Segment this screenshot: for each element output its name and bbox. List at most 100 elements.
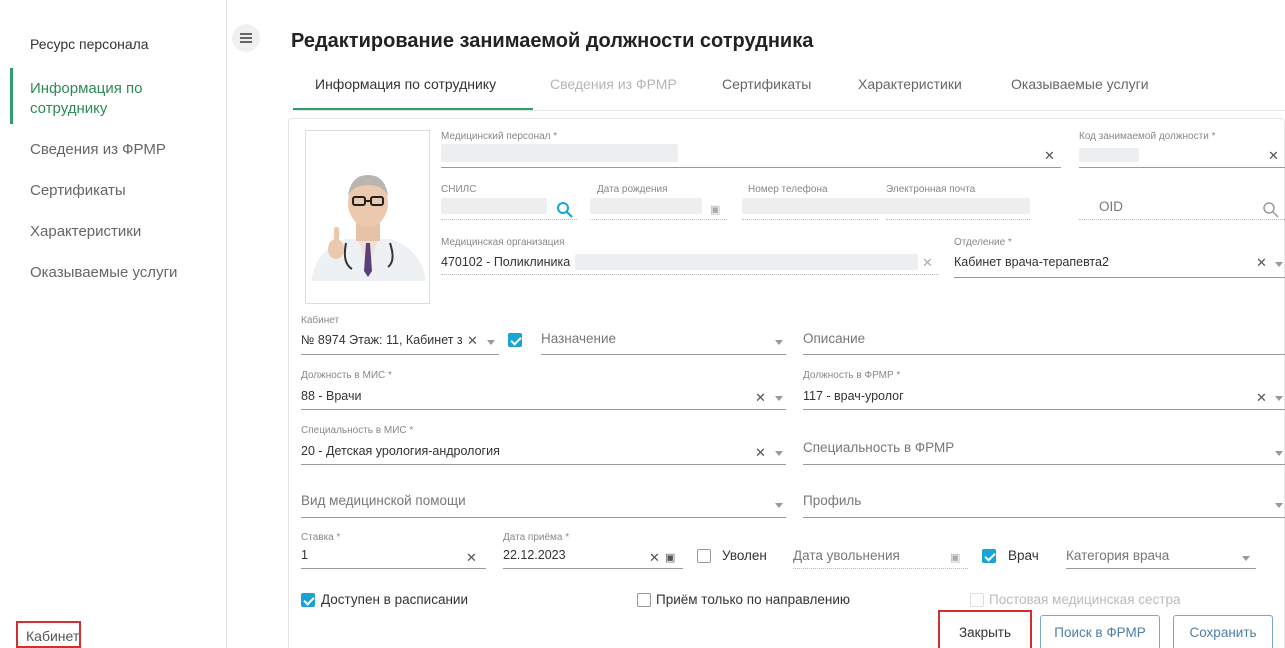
search-icon[interactable]	[1262, 201, 1280, 219]
med-personal-input[interactable]	[441, 167, 1061, 168]
dismissed-checkbox[interactable]	[697, 549, 711, 563]
profile-select[interactable]	[803, 517, 1285, 518]
rate-value: 1	[301, 548, 308, 562]
tab-frmr[interactable]: Сведения из ФРМР	[550, 76, 677, 92]
clear-icon[interactable]: ✕	[1256, 391, 1267, 405]
mis-specialty-select[interactable]	[301, 464, 786, 465]
page-title: Редактирование занимаемой должности сотр…	[291, 30, 814, 52]
hire-date-value: 22.12.2023	[503, 548, 566, 562]
med-personal-label: Медицинский персонал *	[441, 131, 558, 142]
snils-value-redacted	[441, 198, 547, 214]
rate-input[interactable]	[301, 568, 486, 569]
clear-icon[interactable]: ✕	[755, 391, 766, 405]
position-code-input[interactable]	[1079, 167, 1285, 168]
calendar-icon[interactable]: ▣	[665, 551, 675, 565]
chevron-down-icon[interactable]	[1275, 451, 1283, 456]
purpose-select[interactable]	[541, 354, 786, 355]
chevron-down-icon[interactable]	[775, 503, 783, 508]
clear-icon[interactable]: ✕	[649, 551, 660, 565]
rate-label: Ставка *	[301, 532, 341, 543]
snils-input[interactable]	[441, 219, 577, 220]
clear-icon[interactable]: ✕	[1256, 256, 1267, 270]
doctor-category-placeholder: Категория врача	[1066, 548, 1170, 563]
clear-icon[interactable]: ✕	[466, 551, 477, 565]
sidebar-title: Ресурс персонала	[30, 36, 149, 52]
hire-date-input[interactable]	[503, 568, 683, 569]
chevron-down-icon[interactable]	[775, 396, 783, 401]
doctor-avatar-image	[306, 131, 429, 303]
tab-services[interactable]: Оказываемые услуги	[1011, 76, 1149, 92]
employee-photo[interactable]	[305, 130, 430, 304]
mis-position-select[interactable]	[301, 409, 786, 410]
chevron-down-icon[interactable]	[1242, 556, 1250, 561]
menu-toggle-button[interactable]	[232, 24, 260, 52]
sidebar-item-cabinet[interactable]: Кабинет	[16, 621, 81, 648]
chevron-down-icon[interactable]	[775, 451, 783, 456]
position-code-label: Код занимаемой должности *	[1079, 131, 1216, 142]
tab-employee-info[interactable]: Информация по сотруднику	[315, 76, 496, 92]
tab-characteristics[interactable]: Характеристики	[858, 76, 962, 92]
chevron-down-icon[interactable]	[1275, 396, 1283, 401]
care-type-select[interactable]	[301, 517, 786, 518]
sidebar-item-certificates[interactable]: Сертификаты	[30, 181, 126, 201]
post-nurse-checkbox[interactable]	[970, 593, 984, 607]
frmr-specialty-placeholder: Специальность в ФРМР	[803, 440, 955, 455]
clear-icon[interactable]: ✕	[467, 334, 478, 348]
birth-date-value-redacted	[590, 198, 702, 214]
sidebar-item-employee-info-cont[interactable]: сотруднику	[30, 99, 107, 119]
calendar-icon[interactable]: ▣	[950, 551, 960, 565]
chevron-down-icon[interactable]	[775, 340, 783, 345]
sidebar-item-services[interactable]: Оказываемые услуги	[30, 263, 177, 283]
save-button[interactable]: Сохранить	[1173, 615, 1273, 648]
frmr-position-select[interactable]	[803, 409, 1285, 410]
search-icon[interactable]	[556, 201, 574, 219]
cabinet-checkbox[interactable]	[508, 333, 522, 347]
calendar-icon[interactable]: ▣	[710, 203, 720, 217]
frmr-search-button[interactable]: Поиск в ФРМР	[1040, 615, 1160, 648]
clear-icon[interactable]: ✕	[1268, 149, 1279, 163]
sidebar: Ресурс персонала Информация по сотрудник…	[0, 0, 227, 648]
mis-specialty-value: 20 - Детская урология-андрология	[301, 444, 500, 458]
doctor-checkbox[interactable]	[982, 549, 996, 563]
sidebar-item-employee-info[interactable]: Информация по	[30, 79, 142, 99]
med-personal-value-redacted	[441, 144, 678, 162]
menu-icon	[240, 33, 252, 35]
department-select[interactable]	[954, 277, 1285, 278]
sidebar-item-frmr[interactable]: Сведения из ФРМР	[30, 140, 166, 160]
referral-only-checkbox[interactable]	[637, 593, 651, 607]
cabinet-select[interactable]	[301, 354, 499, 355]
med-org-label: Медицинская организация	[441, 237, 565, 248]
phone-email-value-redacted	[742, 198, 1030, 214]
clear-icon[interactable]: ✕	[755, 446, 766, 460]
birth-date-label: Дата рождения	[597, 184, 668, 195]
frmr-position-value: 117 - врач-уролог	[803, 389, 904, 403]
schedule-available-checkbox[interactable]	[301, 593, 315, 607]
doctor-category-select[interactable]	[1066, 568, 1256, 569]
snils-label: СНИЛС	[441, 184, 477, 195]
hire-date-label: Дата приёма *	[503, 532, 570, 543]
chevron-down-icon[interactable]	[1275, 503, 1283, 508]
doctor-label: Врач	[1008, 548, 1039, 563]
clear-icon[interactable]: ✕	[1044, 149, 1055, 163]
tab-certificates[interactable]: Сертификаты	[722, 76, 811, 92]
description-input[interactable]	[803, 354, 1285, 355]
chevron-down-icon[interactable]	[1275, 262, 1283, 267]
med-org-input[interactable]	[441, 274, 939, 275]
chevron-down-icon[interactable]	[487, 340, 495, 345]
tabs-divider	[293, 110, 1285, 111]
phone-input[interactable]	[742, 219, 878, 220]
frmr-position-label: Должность в ФРМР *	[803, 370, 901, 381]
mis-position-label: Должность в МИС *	[301, 370, 392, 381]
dismissal-date-input[interactable]	[793, 568, 968, 569]
sidebar-active-marker	[10, 68, 13, 124]
active-tab-indicator	[293, 108, 533, 110]
sidebar-item-characteristics[interactable]: Характеристики	[30, 222, 141, 242]
profile-placeholder: Профиль	[803, 493, 862, 508]
birth-date-input[interactable]	[590, 219, 727, 220]
dismissed-label: Уволен	[722, 548, 767, 563]
email-input[interactable]	[886, 219, 1030, 220]
schedule-available-label: Доступен в расписании	[321, 592, 468, 607]
clear-icon[interactable]: ✕	[922, 256, 933, 270]
frmr-specialty-select[interactable]	[803, 464, 1285, 465]
oid-input[interactable]	[1079, 219, 1285, 220]
